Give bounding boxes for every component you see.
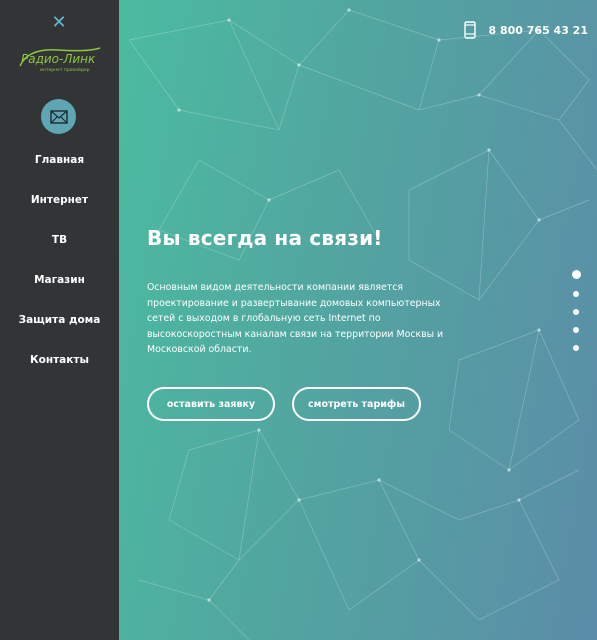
mail-icon	[49, 109, 68, 124]
nav-item-tv[interactable]: ТВ	[0, 228, 119, 268]
view-tariffs-button[interactable]: смотреть тарифы	[292, 387, 421, 421]
hero-title: Вы всегда на связи!	[147, 226, 383, 250]
slider-dot-2[interactable]	[573, 291, 579, 297]
slider-pagination	[571, 270, 581, 363]
phone-contact[interactable]: 8 800 765 43 21	[464, 20, 588, 40]
logo-graphic: Радио-Линк интернет провайдер	[19, 47, 101, 73]
mobile-phone-icon	[464, 21, 477, 39]
phone-number[interactable]: 8 800 765 43 21	[488, 24, 588, 37]
nav-item-shop[interactable]: Магазин	[0, 268, 119, 308]
slider-dot-4[interactable]	[573, 327, 579, 333]
slider-dot-3[interactable]	[573, 309, 579, 315]
nav-item-home[interactable]: Главная	[0, 148, 119, 188]
hero-section: 8 800 765 43 21 Вы всегда на связи! Осно…	[119, 0, 597, 640]
mail-button[interactable]	[41, 99, 76, 134]
nav-item-home-security[interactable]: Защита дома	[0, 308, 119, 348]
main-nav: Главная Интернет ТВ Магазин Защита дома …	[0, 148, 119, 388]
close-icon[interactable]: ✕	[50, 14, 68, 32]
slider-dot-1[interactable]	[571, 270, 581, 279]
slider-dot-5[interactable]	[573, 345, 579, 351]
hero-description: Основным видом деятельности компании явл…	[147, 282, 444, 356]
request-button[interactable]: оставить заявку	[147, 387, 275, 421]
nav-item-contacts[interactable]: Контакты	[0, 348, 119, 388]
logo[interactable]: Радио-Линк интернет провайдер	[18, 44, 102, 74]
sidebar: ✕ Радио-Линк интернет провайдер Главная …	[0, 0, 119, 640]
logo-text: Радио-Линк	[21, 52, 96, 66]
logo-subtext: интернет провайдер	[40, 66, 90, 73]
nav-item-internet[interactable]: Интернет	[0, 188, 119, 228]
